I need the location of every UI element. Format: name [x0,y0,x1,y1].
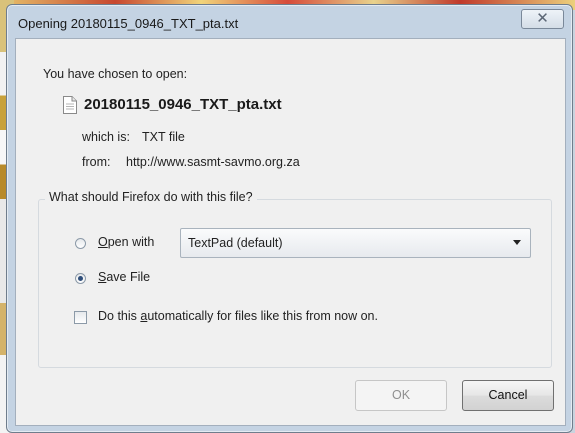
application-select-value: TextPad (default) [188,236,283,250]
open-with-label-rest: pen with [107,235,155,249]
save-file-radio[interactable] [75,273,86,284]
download-dialog: Opening 20180115_0946_TXT_pta.txt ✕ You … [6,4,573,433]
open-with-accesskey: O [98,235,108,249]
close-button[interactable]: ✕ [521,9,564,29]
chevron-down-icon [513,240,521,245]
file-name: 20180115_0946_TXT_pta.txt [84,96,282,113]
file-type-value: TXT file [142,130,185,144]
cancel-button[interactable]: Cancel [462,380,554,411]
dialog-title: Opening 20180115_0946_TXT_pta.txt [18,16,239,31]
which-is-label: which is: [82,130,130,144]
title-bar[interactable]: Opening 20180115_0946_TXT_pta.txt ✕ [7,5,572,41]
document-icon [63,96,77,114]
from-label: from: [82,155,111,169]
open-with-label[interactable]: Open with [98,235,154,249]
close-icon: ✕ [536,10,549,27]
action-group-legend: What should Firefox do with this file? [45,190,257,204]
auto-action-checkbox[interactable] [74,311,87,324]
auto-action-label-after: utomatically for files like this from no… [147,309,378,323]
auto-action-label-before: Do this [98,309,141,323]
intro-text: You have chosen to open: [43,67,188,81]
source-url: http://www.sasmt-savmo.org.za [126,155,300,169]
save-file-label-rest: ave File [106,270,151,284]
auto-action-label[interactable]: Do this automatically for files like thi… [98,309,378,323]
dialog-body: You have chosen to open: 20180115_0946_T… [15,38,566,426]
open-with-radio[interactable] [75,238,86,249]
ok-button[interactable]: OK [355,380,447,411]
save-file-label[interactable]: Save File [98,270,150,284]
application-select[interactable]: TextPad (default) [180,228,531,258]
